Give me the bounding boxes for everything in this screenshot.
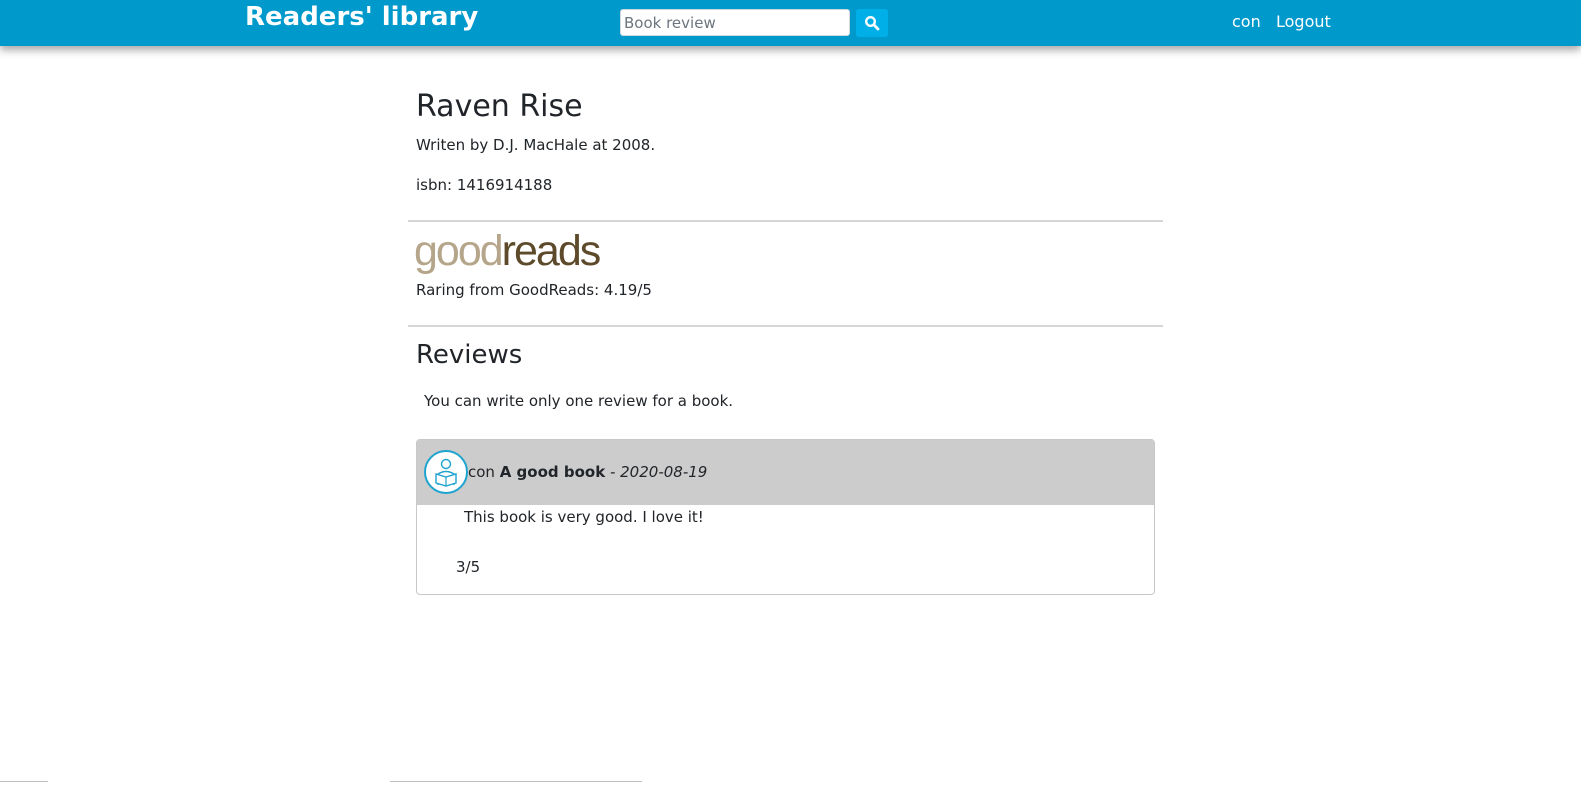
review-header: con A good book - 2020-08-19 <box>417 440 1154 505</box>
review-card: con A good book - 2020-08-19 This book i… <box>416 439 1155 595</box>
navbar: Readers' library con Logout <box>0 0 1581 46</box>
reviews-heading: Reviews <box>416 340 523 370</box>
search-icon <box>864 15 880 31</box>
section-divider <box>408 325 1163 327</box>
review-author: con <box>468 463 495 481</box>
search-button[interactable] <box>856 9 888 37</box>
avatar <box>424 450 468 494</box>
goodreads-logo-good: good <box>414 227 504 275</box>
review-date: 2020-08-19 <box>620 463 708 481</box>
reviews-note: You can write only one review for a book… <box>424 392 734 410</box>
review-score: 3/5 <box>456 558 481 576</box>
page-edge-line <box>0 781 48 782</box>
review-date-separator: - <box>605 463 621 481</box>
review-body: This book is very good. I love it! <box>464 508 704 526</box>
section-divider <box>408 220 1163 222</box>
logout-link[interactable]: Logout <box>1276 11 1331 33</box>
review-meta: con A good book - 2020-08-19 <box>468 461 707 483</box>
nav-user-link[interactable]: con <box>1232 11 1261 33</box>
goodreads-logo-reads: reads <box>501 227 602 275</box>
brand-link[interactable]: Readers' library <box>245 1 478 33</box>
review-title: A good book <box>499 463 606 481</box>
search-input[interactable] <box>620 9 850 36</box>
page-edge-line <box>390 781 642 782</box>
book-isbn: isbn: 1416914188 <box>416 176 553 194</box>
book-author: Writen by D.J. MacHale at 2008. <box>416 136 656 154</box>
reader-avatar-icon <box>435 458 457 487</box>
book-title: Raven Rise <box>416 89 583 124</box>
goodreads-logo: goodreads <box>414 226 602 276</box>
goodreads-rating: Raring from GoodReads: 4.19/5 <box>416 281 652 299</box>
